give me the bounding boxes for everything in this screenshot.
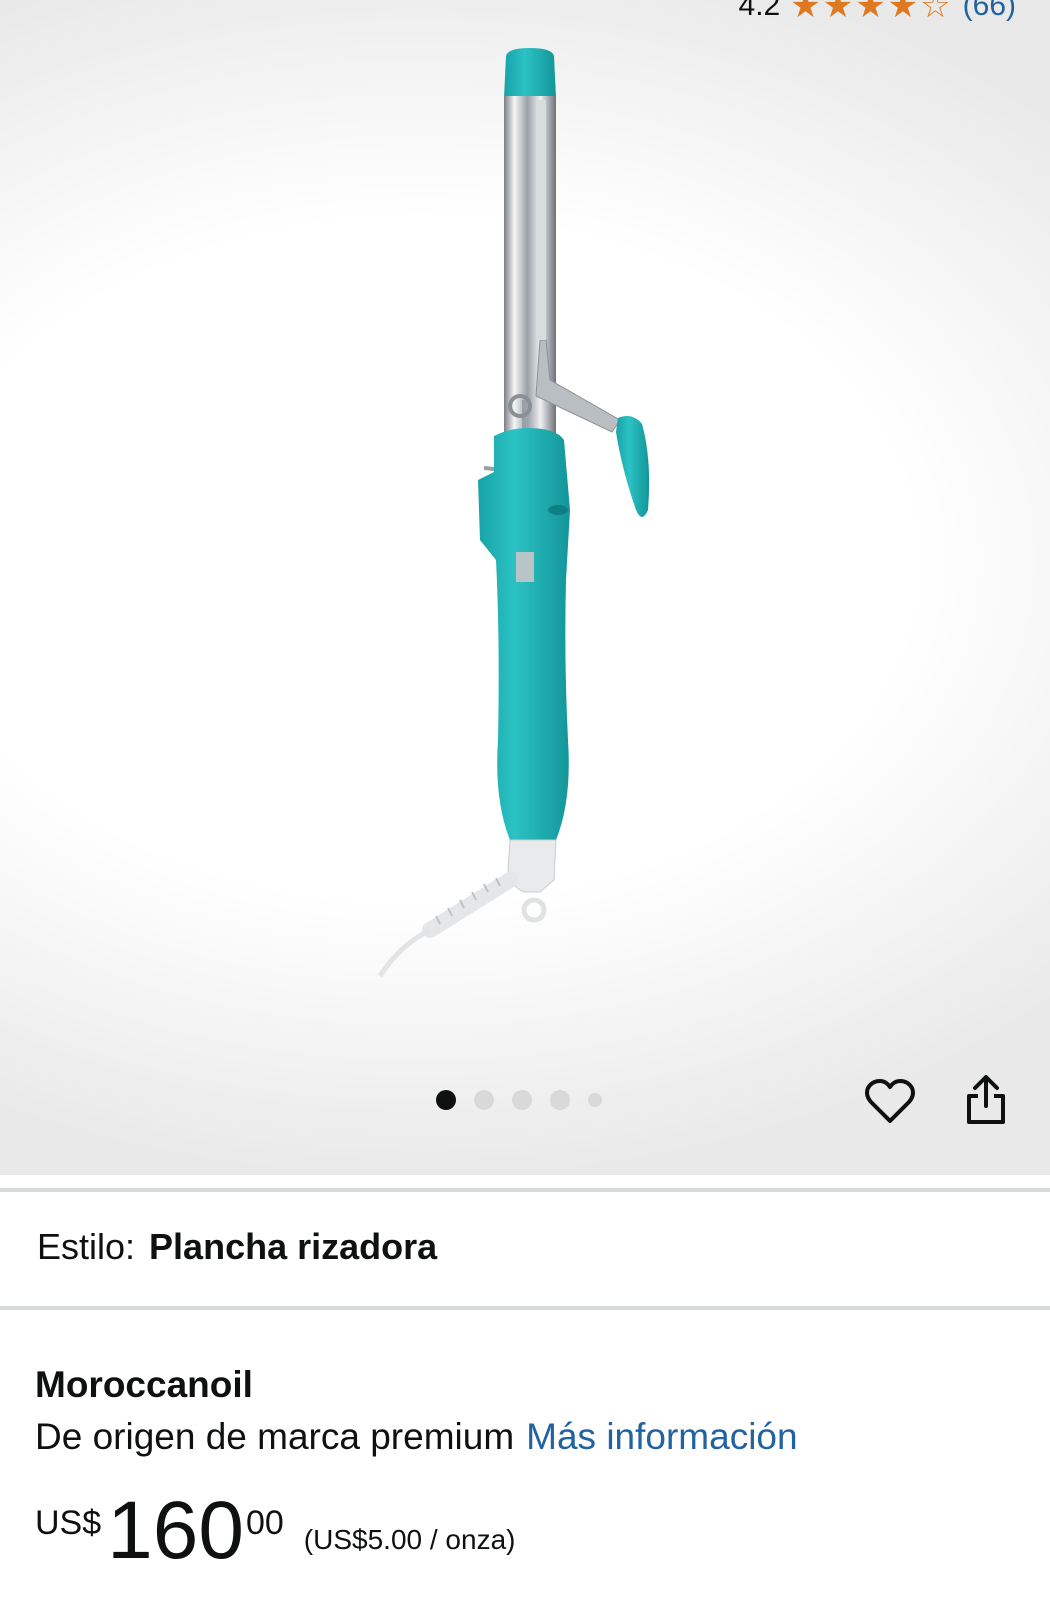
style-value: Plancha rizadora [149,1226,438,1267]
share-icon [967,1075,1005,1124]
rating-count[interactable]: (66) [963,0,1016,23]
divider [0,1306,1050,1310]
brand-description-line: De origen de marca premium Más informaci… [35,1416,798,1458]
price-whole: 160 [107,1485,244,1576]
rating-summary[interactable]: 4.2 ★★★★☆ (66) [739,0,1016,26]
carousel-dot-3[interactable] [512,1090,532,1110]
unit-price: (US$5.00 / onza) [303,1524,516,1555]
product-detail-page: 4.2 ★★★★☆ (66) Estilo: Plancha rizadora … [0,0,1050,1600]
price: US$ 160 00 (US$5.00 / onza) [35,1490,515,1572]
price-symbol: US$ [35,1504,102,1542]
product-image-gallery[interactable]: 4.2 ★★★★☆ (66) [0,0,1050,1175]
brand-description: De origen de marca premium [35,1416,515,1457]
more-info-link[interactable]: Más información [526,1416,797,1458]
carousel-dot-4[interactable] [550,1090,570,1110]
share-button[interactable] [958,1072,1014,1128]
heart-outline-icon [865,1079,915,1123]
style-label: Estilo: [37,1226,136,1267]
divider [0,1188,1050,1192]
price-fraction: 00 [245,1504,284,1542]
product-image [377,48,650,978]
carousel-dot-2[interactable] [474,1090,494,1110]
style-selector[interactable]: Estilo: Plancha rizadora [37,1226,437,1268]
rating-value: 4.2 [738,0,781,22]
carousel-dots[interactable] [436,1090,602,1110]
carousel-dot-5[interactable] [588,1093,602,1107]
brand-name[interactable]: Moroccanoil [35,1364,253,1406]
carousel-dot-1[interactable] [436,1090,456,1110]
rating-stars: ★★★★☆ [790,0,953,25]
wishlist-button[interactable] [862,1076,918,1128]
